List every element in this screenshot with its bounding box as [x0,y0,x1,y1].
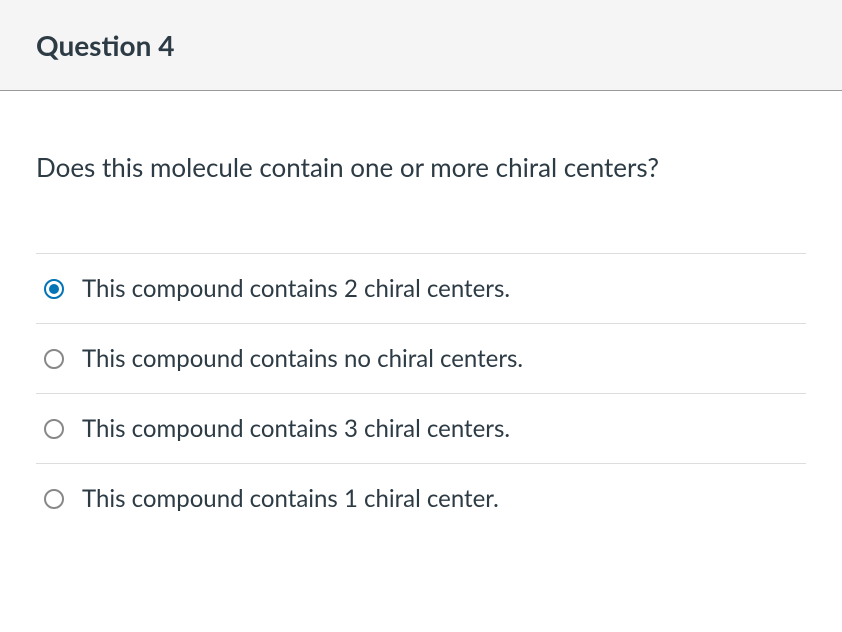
option-label: This compound contains 3 chiral centers. [82,414,510,443]
question-title: Question 4 [36,28,806,62]
question-header: Question 4 [0,0,842,91]
radio-button-3[interactable] [44,489,64,509]
radio-circle-icon [44,279,64,299]
option-label: This compound contains 1 chiral center. [82,484,499,513]
option-row-2[interactable]: This compound contains 3 chiral centers. [36,394,806,464]
radio-button-0[interactable] [44,279,64,299]
question-body: Does this molecule contain one or more c… [0,91,842,553]
radio-circle-icon [44,489,64,509]
options-container: This compound contains 2 chiral centers.… [36,253,806,533]
option-label: This compound contains no chiral centers… [82,344,523,373]
option-row-0[interactable]: This compound contains 2 chiral centers. [36,254,806,324]
radio-button-1[interactable] [44,349,64,369]
option-label: This compound contains 2 chiral centers. [82,274,510,303]
radio-circle-icon [44,419,64,439]
option-row-3[interactable]: This compound contains 1 chiral center. [36,464,806,533]
radio-button-2[interactable] [44,419,64,439]
radio-circle-icon [44,349,64,369]
option-row-1[interactable]: This compound contains no chiral centers… [36,324,806,394]
radio-dot-icon [49,284,59,294]
question-text: Does this molecule contain one or more c… [36,151,806,183]
